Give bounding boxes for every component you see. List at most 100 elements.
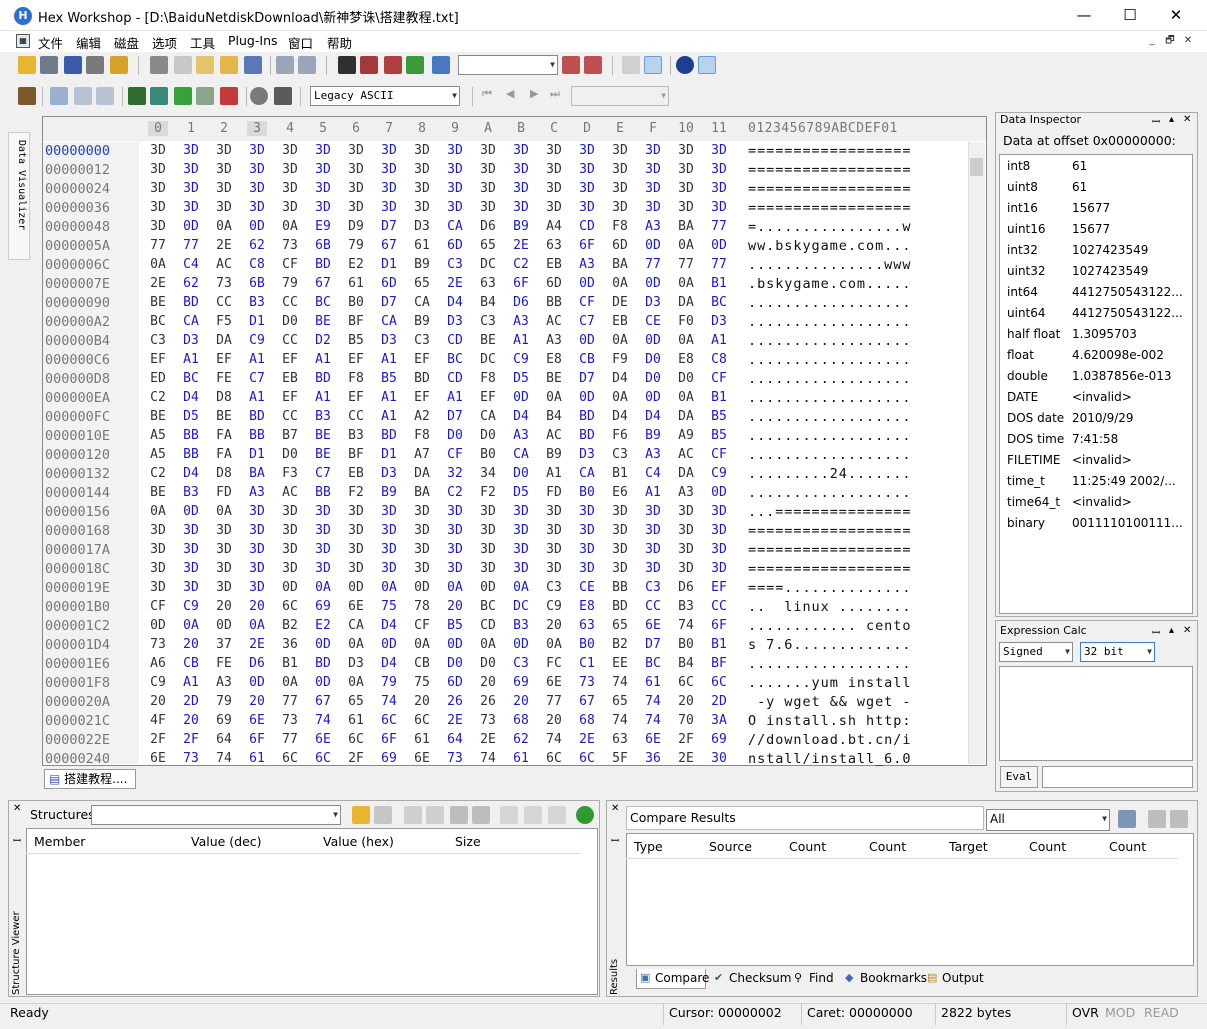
- hex-byte[interactable]: 73: [212, 276, 236, 291]
- hex-byte[interactable]: 3D: [476, 181, 500, 196]
- hex-byte[interactable]: 3D: [245, 561, 269, 576]
- hex-byte[interactable]: 20: [179, 637, 203, 652]
- menu-help[interactable]: 帮助: [327, 33, 352, 52]
- hex-byte[interactable]: 69: [707, 732, 731, 747]
- hex-byte[interactable]: F2: [344, 485, 368, 500]
- hex-byte[interactable]: 63: [542, 238, 566, 253]
- hex-byte[interactable]: C8: [707, 352, 731, 367]
- hex-byte[interactable]: B1: [707, 276, 731, 291]
- ascii-row[interactable]: ..................: [748, 352, 911, 368]
- hex-byte[interactable]: E2: [344, 257, 368, 272]
- hex-byte[interactable]: 0D: [641, 238, 665, 253]
- hex-byte[interactable]: 67: [311, 276, 335, 291]
- inspector-value[interactable]: 1.3095703: [1072, 327, 1137, 341]
- hex-byte[interactable]: A1: [245, 390, 269, 405]
- hex-byte[interactable]: DC: [476, 257, 500, 272]
- hex-byte[interactable]: 65: [608, 694, 632, 709]
- hex-byte[interactable]: 73: [179, 751, 203, 766]
- hex-byte[interactable]: 6D: [608, 238, 632, 253]
- hex-byte[interactable]: 3D: [179, 200, 203, 215]
- hex-byte[interactable]: BC: [311, 295, 335, 310]
- inspector-value[interactable]: 7:41:58: [1072, 432, 1118, 446]
- hex-byte[interactable]: A1: [179, 675, 203, 690]
- hex-byte[interactable]: 0A: [443, 580, 467, 595]
- hex-byte[interactable]: CA: [344, 618, 368, 633]
- hex-byte[interactable]: 6C: [707, 675, 731, 690]
- hex-byte[interactable]: 2F: [179, 732, 203, 747]
- hex-byte[interactable]: F6: [608, 428, 632, 443]
- hex-byte[interactable]: 0D: [575, 390, 599, 405]
- hex-byte[interactable]: C3: [542, 580, 566, 595]
- hex-byte[interactable]: BA: [674, 219, 698, 234]
- panel-close-icon[interactable]: ✕: [611, 803, 619, 814]
- hex-byte[interactable]: 63: [476, 276, 500, 291]
- structure-icon[interactable]: [150, 87, 168, 105]
- ascii-row[interactable]: .. linux ........: [748, 599, 911, 615]
- hex-byte[interactable]: 2D: [707, 694, 731, 709]
- hex-byte[interactable]: 3D: [443, 542, 467, 557]
- hex-byte[interactable]: 0A: [344, 637, 368, 652]
- hex-byte[interactable]: 0D: [641, 276, 665, 291]
- hex-byte[interactable]: EE: [608, 656, 632, 671]
- hex-byte[interactable]: BB: [542, 295, 566, 310]
- hex-byte[interactable]: 3D: [245, 580, 269, 595]
- hex-byte[interactable]: DC: [509, 599, 533, 614]
- hex-byte[interactable]: 3D: [212, 561, 236, 576]
- properties-icon[interactable]: [110, 56, 128, 74]
- hex-byte[interactable]: B4: [674, 656, 698, 671]
- hex-byte[interactable]: 3D: [509, 162, 533, 177]
- hex-byte[interactable]: D3: [377, 333, 401, 348]
- hex-byte[interactable]: AC: [542, 314, 566, 329]
- hex-byte[interactable]: C2: [146, 466, 170, 481]
- undo-icon[interactable]: [276, 56, 294, 74]
- hex-byte[interactable]: 0A: [278, 219, 302, 234]
- menu-window[interactable]: 窗口: [288, 33, 313, 52]
- pin-icon[interactable]: ꟷ: [1152, 114, 1160, 128]
- hex-byte[interactable]: A4: [542, 219, 566, 234]
- hex-byte[interactable]: 2E: [245, 637, 269, 652]
- hex-byte[interactable]: 6D: [443, 675, 467, 690]
- motorola-order-icon[interactable]: [676, 56, 694, 74]
- ascii-row[interactable]: ..................: [748, 409, 911, 425]
- hex-byte[interactable]: A5: [146, 428, 170, 443]
- hex-byte[interactable]: C3: [443, 257, 467, 272]
- hex-byte[interactable]: A3: [575, 257, 599, 272]
- hex-byte[interactable]: 67: [311, 694, 335, 709]
- encoding-select[interactable]: Legacy ASCII ▼: [310, 86, 460, 106]
- hex-byte[interactable]: D4: [377, 618, 401, 633]
- hex-byte[interactable]: 3D: [509, 561, 533, 576]
- cut-icon[interactable]: [150, 56, 168, 74]
- hex-byte[interactable]: 3D: [542, 561, 566, 576]
- hex-byte[interactable]: 70: [674, 713, 698, 728]
- hex-byte[interactable]: B0: [476, 447, 500, 462]
- hex-byte[interactable]: 6F: [245, 732, 269, 747]
- hex-byte[interactable]: 3D: [509, 143, 533, 158]
- inspector-value[interactable]: 1027423549: [1072, 264, 1148, 278]
- hex-byte[interactable]: C4: [641, 466, 665, 481]
- hex-byte[interactable]: C3: [608, 447, 632, 462]
- hex-byte[interactable]: B5: [707, 409, 731, 424]
- hex-byte[interactable]: 3D: [641, 200, 665, 215]
- hex-byte[interactable]: 68: [509, 713, 533, 728]
- maximize-button[interactable]: ☐: [1107, 0, 1153, 31]
- minimize-button[interactable]: —: [1061, 0, 1107, 31]
- hex-byte[interactable]: CF: [707, 371, 731, 386]
- hex-byte[interactable]: D5: [509, 371, 533, 386]
- hex-byte[interactable]: 2E: [476, 732, 500, 747]
- statistics-icon[interactable]: [220, 87, 238, 105]
- hex-byte[interactable]: 3D: [311, 523, 335, 538]
- inspector-value[interactable]: 61: [1072, 180, 1087, 194]
- hex-byte[interactable]: 20: [674, 694, 698, 709]
- hex-byte[interactable]: 3D: [179, 580, 203, 595]
- col-type[interactable]: Type: [634, 839, 663, 854]
- hex-byte[interactable]: F5: [212, 314, 236, 329]
- hex-byte[interactable]: 77: [707, 257, 731, 272]
- structure-tool-icon[interactable]: [404, 806, 422, 824]
- hex-byte[interactable]: D5: [509, 485, 533, 500]
- hex-byte[interactable]: 3D: [707, 181, 731, 196]
- hex-byte[interactable]: 73: [278, 238, 302, 253]
- hex-byte[interactable]: EF: [476, 390, 500, 405]
- hex-byte[interactable]: D6: [476, 219, 500, 234]
- col-count[interactable]: Count: [789, 839, 826, 854]
- hex-byte[interactable]: 3D: [707, 162, 731, 177]
